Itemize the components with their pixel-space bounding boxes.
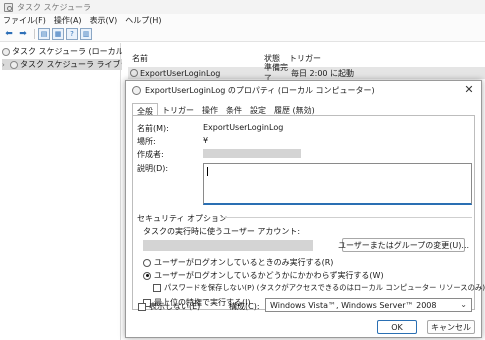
show-hide-console-tree-icon[interactable]: ▤: [38, 28, 50, 40]
menu-file[interactable]: ファイル(F): [3, 15, 46, 26]
checkbox-do-not-store-password-label: パスワードを保存しない(P) (タスクがアクセスできるのはローカル コンピュータ…: [164, 283, 485, 292]
action-pane-icon[interactable]: ▥: [80, 28, 92, 40]
checkbox-box[interactable]: [138, 302, 146, 311]
menu-action[interactable]: 操作(A): [54, 15, 82, 26]
radio-run-whether-logged-on[interactable]: ユーザーがログオンしているかどうかにかかわらず実行する(W): [143, 270, 384, 281]
toolbar-separator: [34, 29, 35, 39]
tree-item-library[interactable]: › タスク スケジューラ ライブラリ: [2, 59, 140, 70]
back-arrow-icon[interactable]: ⬅: [3, 28, 15, 40]
chevron-right-icon[interactable]: ›: [2, 61, 10, 69]
general-tab-panel: 名前(M): ExportUserLoginLog 場所: ¥ 作成者: 説明(…: [132, 115, 485, 310]
task-icon: [132, 85, 141, 95]
menu-help[interactable]: ヘルプ(H): [125, 15, 161, 26]
table-row[interactable]: ExportUserLoginLog 準備完了 毎日 2:00 に起動: [128, 63, 485, 83]
description-label: 説明(D):: [137, 164, 169, 173]
author-label: 作成者:: [137, 150, 164, 159]
task-scheduler-icon: [4, 2, 13, 12]
task-name: ExportUserLoginLog: [140, 68, 221, 78]
console-tree: タスク スケジューラ (ローカル) › タスク スケジューラ ライブラリ: [0, 43, 140, 340]
name-label: 名前(M):: [137, 124, 169, 133]
security-options-title: セキュリティ オプション: [137, 214, 228, 223]
checkbox-hidden-label: 表示しない(E): [149, 302, 201, 311]
clock-icon: [2, 47, 10, 56]
menu-bar: ファイル(F) 操作(A) 表示(V) ヘルプ(H): [0, 14, 485, 27]
description-input[interactable]: [203, 163, 472, 205]
window-titlebar: タスク スケジューラ: [0, 0, 485, 14]
configure-for-value: Windows Vista™, Windows Server™ 2008: [270, 300, 437, 310]
user-account-redacted: [143, 240, 313, 251]
text-cursor: [207, 167, 208, 176]
run-account-label: タスクの実行時に使うユーザー アカウント:: [143, 227, 301, 236]
task-list-header: 名前 状態 トリガー: [128, 53, 485, 65]
author-value-redacted: [203, 149, 301, 158]
tree-root-label: タスク スケジューラ (ローカル): [12, 47, 127, 56]
radio-run-whether-logged-on-label: ユーザーがログオンしているかどうかにかかわらず実行する(W): [154, 271, 384, 280]
help-icon[interactable]: ?: [66, 28, 78, 40]
radio-circle-selected[interactable]: [143, 271, 151, 280]
name-value: ExportUserLoginLog: [203, 123, 284, 132]
change-user-button[interactable]: ユーザーまたはグループの変更(U)...: [338, 238, 469, 252]
ok-button[interactable]: OK: [377, 320, 417, 334]
checkbox-do-not-store-password[interactable]: パスワードを保存しない(P) (タスクがアクセスできるのはローカル コンピュータ…: [153, 283, 485, 293]
menu-view[interactable]: 表示(V): [90, 15, 118, 26]
toolbar: ⬅ ➡ ▤ ▦ ? ▥: [0, 27, 485, 42]
radio-run-only-logged-on[interactable]: ユーザーがログオンしているときのみ実行する(R): [143, 257, 333, 268]
configure-label: 構成(C):: [229, 302, 260, 311]
checkbox-hidden[interactable]: 表示しない(E): [138, 301, 200, 312]
dialog-title: ExportUserLoginLog のプロパティ (ローカル コンピューター): [145, 85, 375, 95]
location-label: 場所:: [137, 137, 156, 146]
folder-clock-icon: [10, 60, 18, 69]
radio-run-only-logged-on-label: ユーザーがログオンしているときのみ実行する(R): [154, 258, 334, 267]
checkbox-box[interactable]: [153, 284, 161, 292]
column-trigger[interactable]: トリガー: [289, 53, 409, 65]
dialog-titlebar: ExportUserLoginLog のプロパティ (ローカル コンピューター): [126, 81, 481, 99]
chevron-down-icon[interactable]: ⌄: [460, 300, 467, 309]
column-name[interactable]: 名前: [128, 53, 264, 65]
window-title: タスク スケジューラ: [17, 2, 91, 12]
task-icon: [130, 69, 138, 77]
group-divider: [221, 217, 472, 218]
cancel-button[interactable]: キャンセル: [427, 320, 475, 334]
location-value: ¥: [203, 136, 209, 145]
properties-dialog: ExportUserLoginLog のプロパティ (ローカル コンピューター)…: [125, 80, 485, 338]
tree-item-root[interactable]: タスク スケジューラ (ローカル): [2, 46, 127, 57]
close-icon[interactable]: ✕: [463, 84, 475, 96]
configure-for-select[interactable]: Windows Vista™, Windows Server™ 2008 ⌄: [265, 298, 472, 312]
task-trigger: 毎日 2:00 に起動: [291, 68, 355, 78]
forward-arrow-icon[interactable]: ➡: [17, 28, 29, 40]
properties-icon[interactable]: ▦: [52, 28, 64, 40]
tree-library-label: タスク スケジューラ ライブラリ: [20, 60, 137, 69]
radio-circle[interactable]: [143, 258, 151, 267]
